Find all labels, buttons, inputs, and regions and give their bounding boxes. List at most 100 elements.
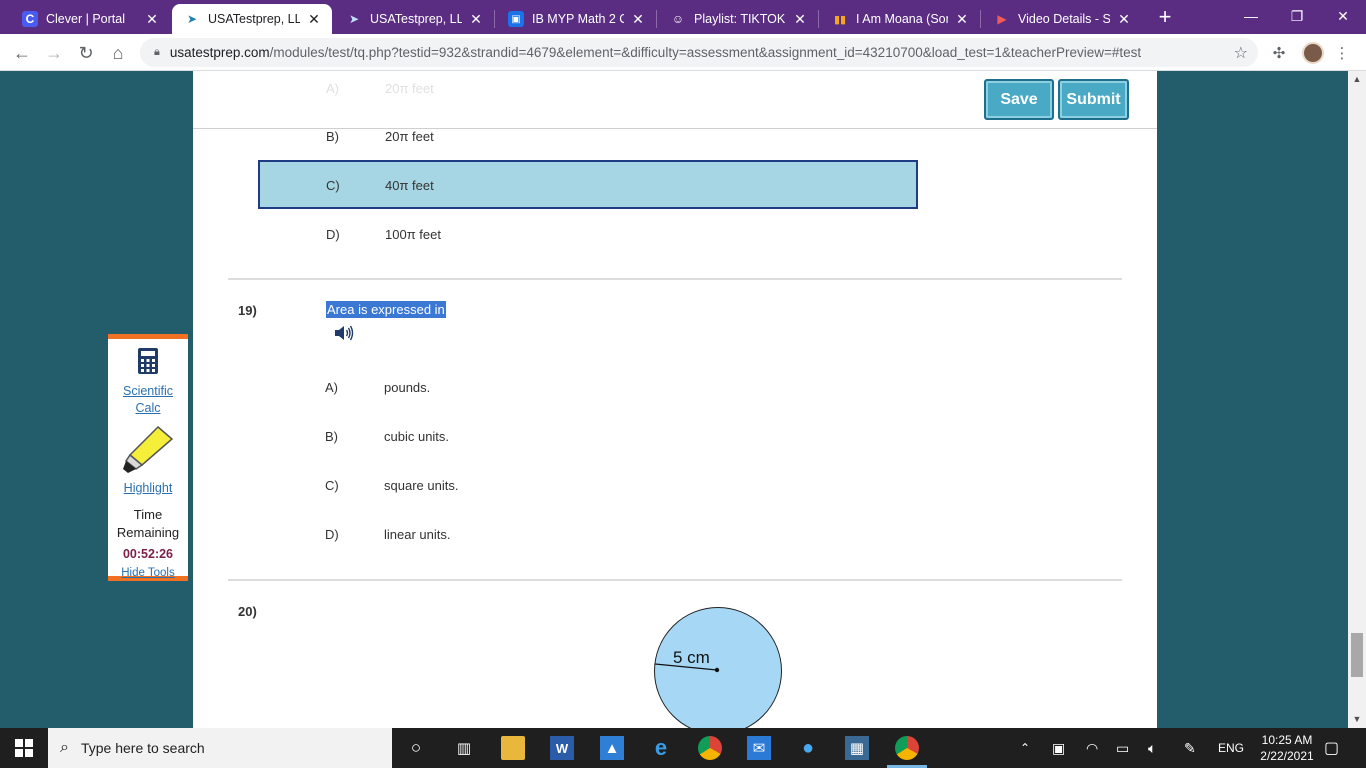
choice-letter: C) bbox=[325, 478, 339, 493]
choice-text: square units. bbox=[384, 478, 459, 493]
time-remaining-label: Time Remaining bbox=[108, 506, 188, 542]
tab-video-details[interactable]: ▶ Video Details - Scr ✕ bbox=[982, 4, 1142, 34]
close-icon[interactable]: ✕ bbox=[630, 11, 646, 28]
radius-line bbox=[655, 663, 720, 673]
search-placeholder: Type here to search bbox=[80, 740, 205, 756]
minimize-button[interactable]: — bbox=[1228, 0, 1274, 32]
show-hidden-icons[interactable]: ⌃ bbox=[1020, 728, 1030, 768]
word-icon[interactable]: W bbox=[550, 736, 574, 760]
address-bar[interactable]: 🔒︎ usatestprep.com/modules/test/tq.php?t… bbox=[140, 38, 1258, 67]
home-button[interactable]: ⌂ bbox=[105, 40, 131, 66]
tools-panel: Scientific Calc Highlight Time Remaining… bbox=[108, 334, 188, 581]
close-icon[interactable]: ✕ bbox=[1116, 11, 1132, 28]
close-icon[interactable]: ✕ bbox=[468, 11, 484, 28]
play-icon: ▶ bbox=[997, 12, 1007, 26]
clever-icon: C bbox=[22, 11, 38, 27]
restore-button[interactable]: ❐ bbox=[1274, 0, 1320, 32]
highlighter-icon[interactable] bbox=[122, 425, 174, 475]
speaker-icon[interactable] bbox=[334, 324, 354, 342]
tab-title: Video Details - Scr bbox=[1018, 12, 1110, 26]
tab-separator bbox=[980, 10, 981, 28]
volume-icon[interactable]: 🔈︎ bbox=[1148, 728, 1156, 768]
notification-icon[interactable]: ▢ bbox=[1324, 728, 1339, 768]
tab-separator bbox=[656, 10, 657, 28]
close-icon[interactable]: ✕ bbox=[792, 11, 808, 28]
tab-moana[interactable]: ▮▮ I Am Moana (Song ✕ bbox=[820, 4, 980, 34]
close-icon[interactable]: ✕ bbox=[306, 11, 322, 28]
q18-selected-highlight[interactable] bbox=[258, 160, 918, 209]
close-icon[interactable]: ✕ bbox=[954, 11, 970, 28]
language-indicator[interactable]: ENG bbox=[1218, 728, 1244, 768]
close-icon[interactable]: ✕ bbox=[144, 11, 160, 28]
faded-choice-text: 20π feet bbox=[385, 81, 434, 96]
calculator-app-icon[interactable]: ▦ bbox=[845, 736, 869, 760]
cursor-icon: ➤ bbox=[186, 12, 198, 26]
choice-letter: D) bbox=[326, 227, 340, 242]
submit-button[interactable]: Submit bbox=[1058, 79, 1129, 120]
choice-text: linear units. bbox=[384, 527, 451, 542]
tab-title: USATestprep, LLC - bbox=[208, 12, 300, 26]
extensions-puzzle-icon[interactable]: ✣ bbox=[1269, 43, 1289, 63]
clock-time: 10:25 AM bbox=[1261, 733, 1313, 747]
scroll-up-arrow-icon[interactable]: ▲ bbox=[1352, 74, 1362, 84]
choice-letter: D) bbox=[325, 527, 339, 542]
cursor-icon: ➤ bbox=[348, 12, 360, 26]
calc-label-line2: Calc bbox=[135, 401, 161, 415]
task-view-icon[interactable]: ▥ bbox=[452, 736, 476, 760]
vertical-scrollbar[interactable] bbox=[1348, 71, 1366, 728]
lock-icon: 🔒︎ bbox=[154, 46, 160, 58]
choice-text: 100π feet bbox=[385, 227, 441, 242]
paint-drop-icon[interactable]: ● bbox=[796, 736, 820, 760]
radius-label: 5 cm bbox=[673, 648, 710, 667]
contact-card-icon: ▣ bbox=[508, 11, 524, 27]
battery-icon[interactable]: ▭ bbox=[1116, 728, 1129, 768]
file-explorer-icon[interactable] bbox=[501, 736, 525, 760]
reload-button[interactable]: ↻ bbox=[73, 40, 99, 66]
save-button[interactable]: Save bbox=[984, 79, 1054, 120]
choice-letter: B) bbox=[326, 129, 339, 144]
test-page: B) 20π feet C) 40π feet D) 100π feet 19)… bbox=[193, 71, 1157, 728]
bar-chart-icon: ▮▮ bbox=[833, 13, 847, 26]
circle-figure: 5 cm bbox=[654, 607, 782, 728]
tab-title: Playlist: TIKTOK D/ bbox=[694, 12, 786, 26]
tab-clever[interactable]: C Clever | Portal ✕ bbox=[10, 4, 170, 34]
photos-icon[interactable]: ▲ bbox=[600, 736, 624, 760]
tab-playlist[interactable]: ☺ Playlist: TIKTOK D/ ✕ bbox=[658, 4, 818, 34]
profile-avatar[interactable] bbox=[1302, 42, 1324, 64]
mail-icon[interactable]: ✉ bbox=[747, 736, 771, 760]
question-number: 19) bbox=[238, 303, 257, 318]
bookmark-star-icon[interactable]: ☆ bbox=[1234, 43, 1248, 63]
scientific-calc-link[interactable]: Scientific Calc bbox=[108, 383, 188, 417]
pen-icon[interactable]: ✎ bbox=[1184, 728, 1196, 768]
internet-explorer-icon[interactable]: e bbox=[649, 735, 673, 760]
tab-strip: C Clever | Portal ✕ ➤ USATestprep, LLC -… bbox=[0, 0, 1366, 34]
question-text: Area is expressed in bbox=[326, 301, 446, 318]
cortana-icon[interactable]: ○ bbox=[404, 736, 428, 760]
taskbar-clock[interactable]: 10:25 AM 2/22/2021 bbox=[1256, 732, 1318, 764]
windows-taskbar: ⌕ Type here to search ○ ▥ W ▲ e ✉ ● ▦ ⌃ … bbox=[0, 728, 1366, 768]
tab-separator bbox=[494, 10, 495, 28]
calculator-icon[interactable] bbox=[137, 347, 159, 375]
back-button[interactable]: ← bbox=[9, 40, 35, 66]
start-button[interactable] bbox=[0, 728, 48, 768]
close-window-button[interactable]: ✕ bbox=[1320, 0, 1366, 32]
chrome-icon[interactable] bbox=[698, 736, 722, 760]
tab-usatestprep[interactable]: ➤ USATestprep, LLC - ✕ bbox=[334, 4, 494, 34]
tab-ib-myp-math[interactable]: ▣ IB MYP Math 2 Ca ✕ bbox=[496, 4, 656, 34]
hide-tools-link[interactable]: Hide Tools bbox=[108, 565, 188, 582]
mask-icon: ☺ bbox=[671, 12, 685, 26]
scroll-down-arrow-icon[interactable]: ▼ bbox=[1352, 714, 1362, 724]
new-tab-button[interactable]: + bbox=[1153, 6, 1177, 30]
menu-kebab-icon[interactable]: ⋮ bbox=[1332, 43, 1352, 63]
scrollbar-thumb[interactable] bbox=[1351, 633, 1363, 677]
tab-usatestprep-active[interactable]: ➤ USATestprep, LLC - ✕ bbox=[172, 4, 332, 34]
time-remaining-value: 00:52:26 bbox=[122, 547, 174, 561]
tab-title: I Am Moana (Song bbox=[856, 12, 948, 26]
windows-logo-icon bbox=[15, 739, 33, 757]
meet-now-icon[interactable]: ▣ bbox=[1052, 728, 1065, 768]
forward-button[interactable]: → bbox=[41, 40, 67, 66]
highlight-link[interactable]: Highlight bbox=[108, 480, 188, 497]
taskbar-search[interactable]: ⌕ Type here to search bbox=[48, 728, 392, 768]
wifi-icon[interactable]: ◠ bbox=[1086, 728, 1098, 768]
chrome-profile-icon[interactable] bbox=[895, 736, 919, 760]
